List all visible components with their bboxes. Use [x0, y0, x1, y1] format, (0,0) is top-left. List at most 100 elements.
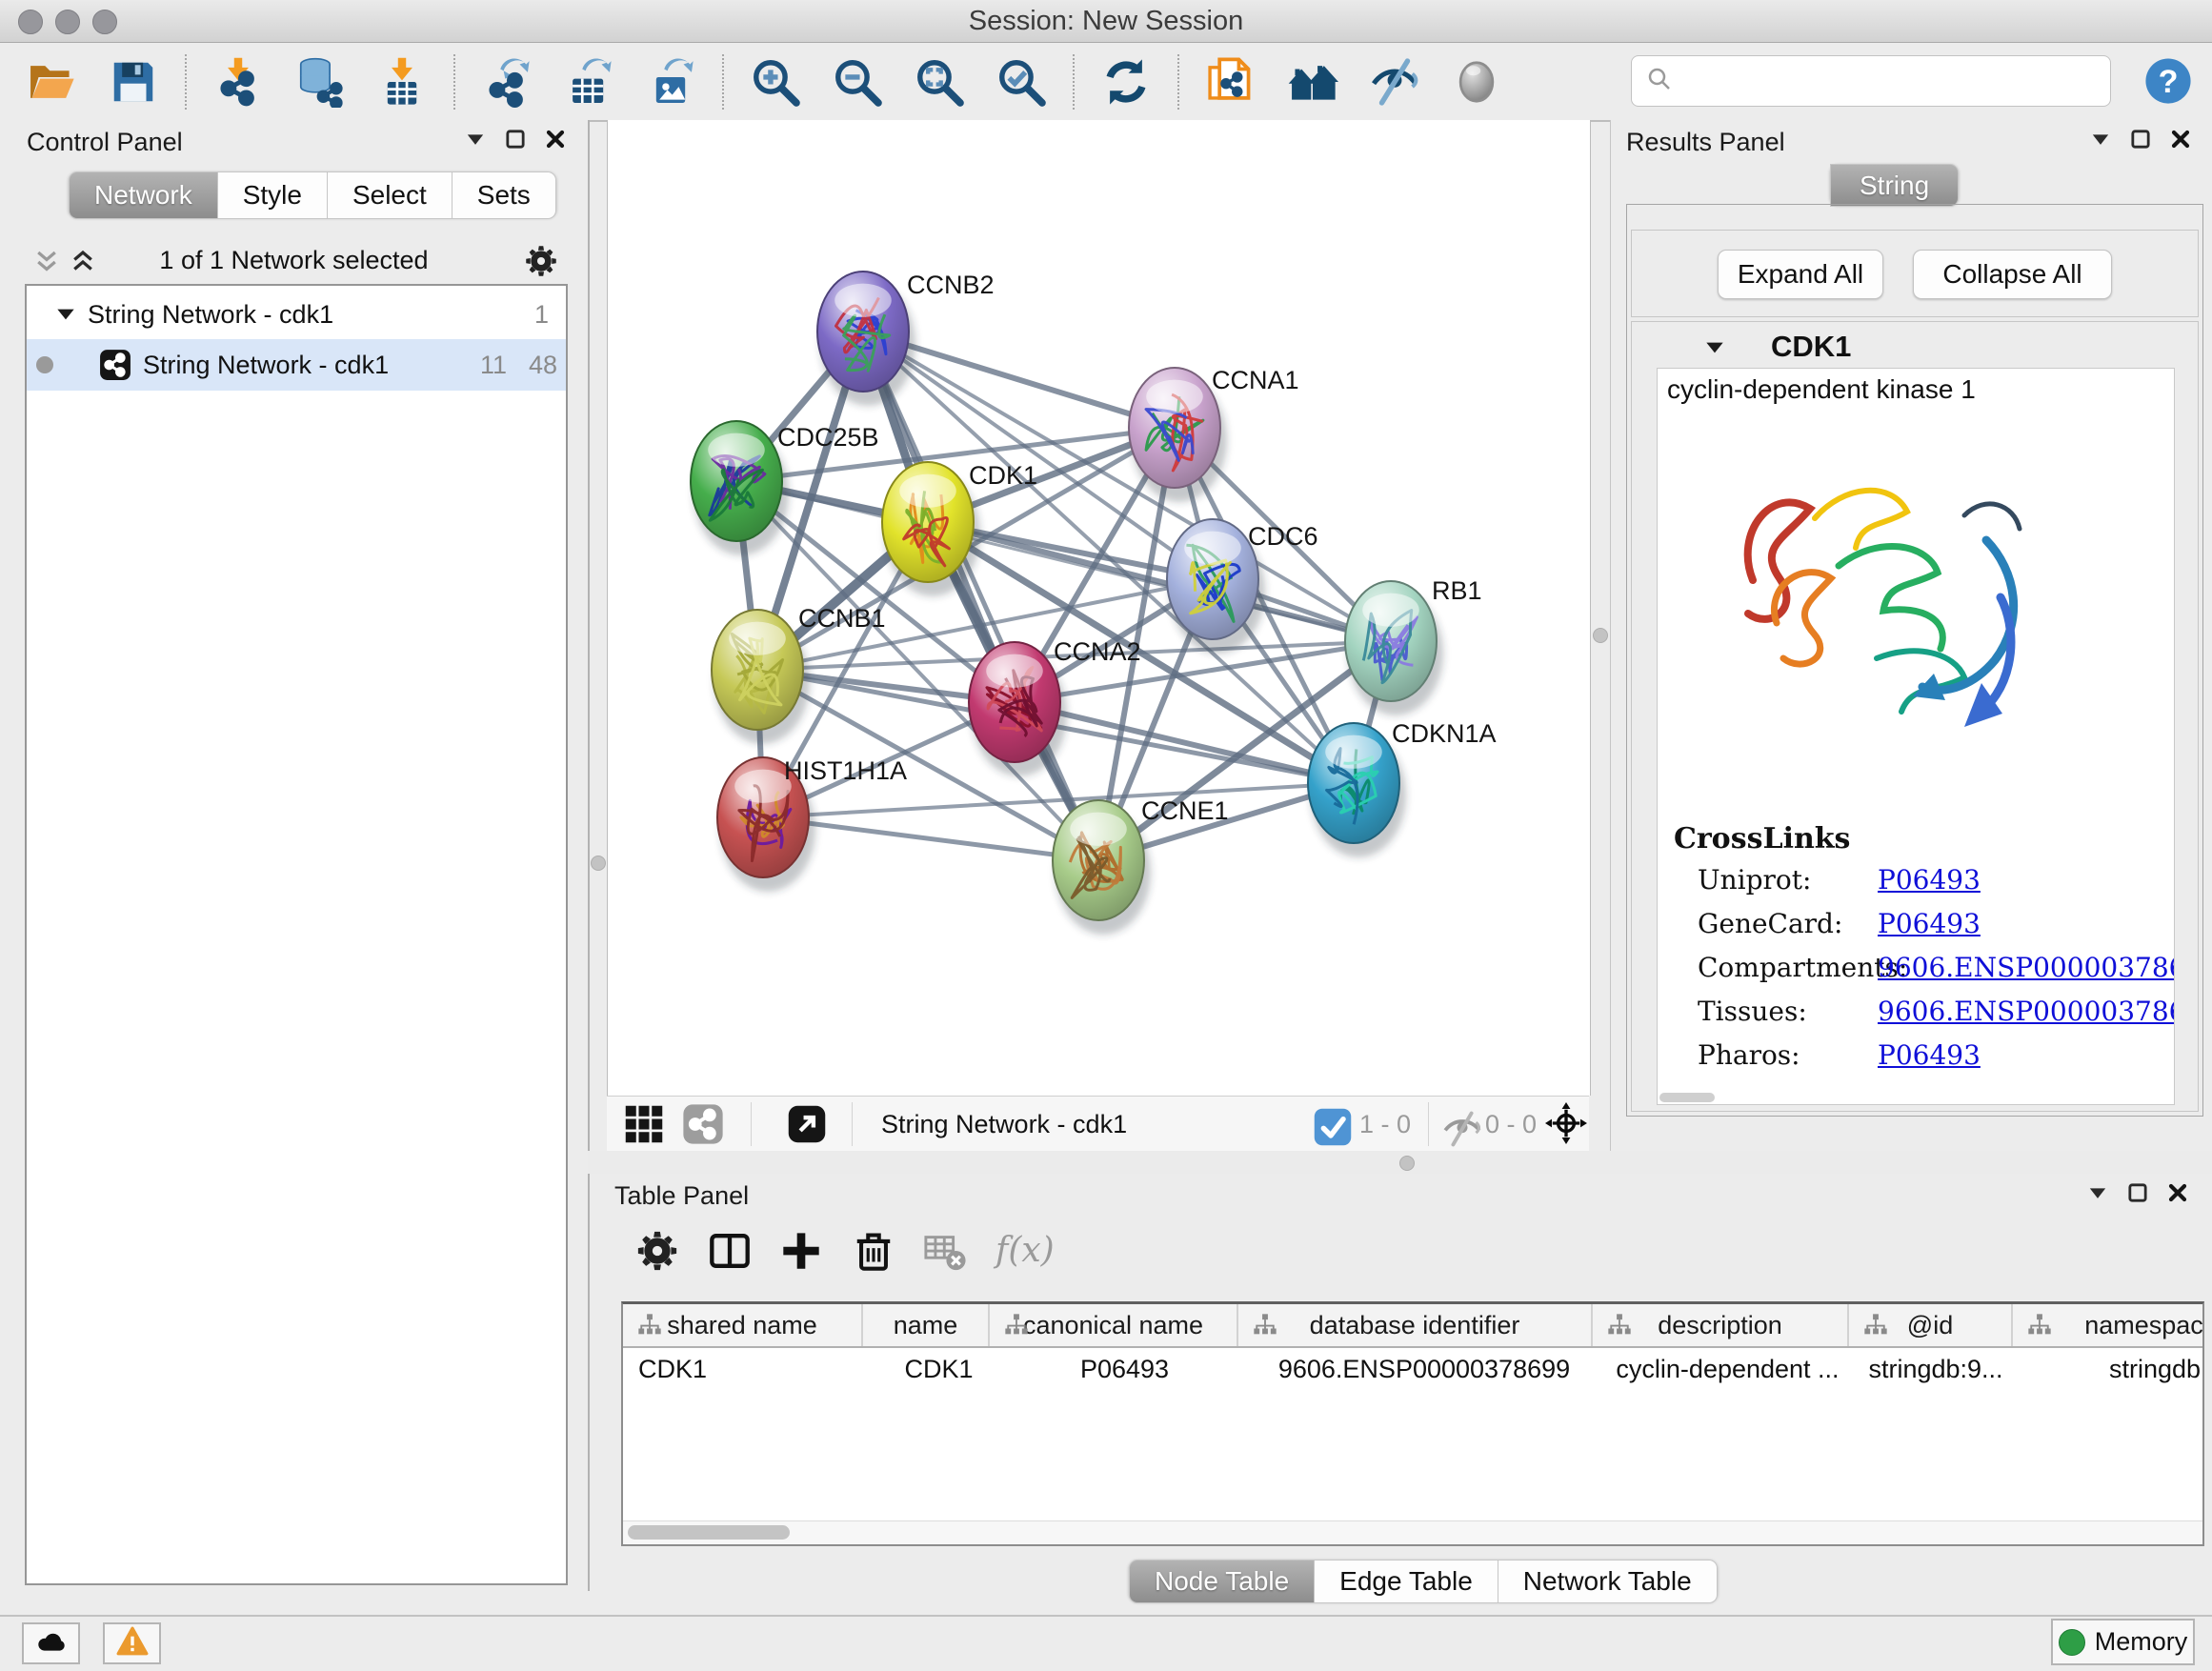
export-table-button[interactable] — [562, 55, 615, 109]
delete-column-icon[interactable] — [852, 1229, 895, 1273]
warnings-button[interactable] — [103, 1622, 161, 1664]
network-row-selected[interactable]: String Network - cdk1 11 48 — [27, 339, 566, 391]
node-label-CCNE1: CCNE1 — [1141, 796, 1229, 825]
panel-close-icon[interactable] — [2167, 126, 2194, 152]
panel-float-icon[interactable] — [2127, 126, 2154, 152]
column-header-databaseidentifier[interactable]: database identifier — [1238, 1304, 1593, 1346]
panel-collapse-icon[interactable] — [2084, 1179, 2111, 1206]
network-options-gear-icon[interactable] — [524, 244, 558, 278]
panel-close-icon[interactable] — [542, 126, 569, 152]
table-scrollbar[interactable] — [623, 1520, 2202, 1544]
node-CCNA1[interactable]: CCNA1 — [1129, 366, 1299, 502]
cloud-button[interactable] — [22, 1622, 80, 1664]
table-header-row: shared namenamecanonical namedatabase id… — [623, 1304, 2204, 1348]
save-session-button[interactable] — [107, 55, 160, 109]
gene-disclosure-icon[interactable] — [1702, 335, 1727, 360]
memory-button[interactable]: Memory — [2051, 1619, 2195, 1665]
window-title: Session: New Session — [0, 0, 2212, 42]
zoom-in-button[interactable] — [749, 55, 802, 109]
toolbar-group — [1073, 54, 1177, 110]
tab-node-table[interactable]: Node Table — [1129, 1560, 1315, 1603]
zoom-selected-button[interactable] — [995, 55, 1048, 109]
string-view-icon[interactable] — [682, 1103, 724, 1145]
network-collection-row[interactable]: String Network - cdk1 1 — [27, 290, 566, 339]
crosslink-link[interactable]: P06493 — [1878, 908, 1981, 939]
tab-style[interactable]: Style — [218, 171, 328, 219]
node-CDKN1A[interactable]: CDKN1A — [1308, 719, 1497, 857]
crosslink-link[interactable]: P06493 — [1878, 1039, 1981, 1071]
column-header-name[interactable]: name — [863, 1304, 990, 1346]
table-settings-gear-icon[interactable] — [635, 1229, 679, 1273]
home-button[interactable] — [1286, 55, 1339, 109]
horizontal-splitter[interactable] — [588, 1151, 2212, 1174]
column-header-namespace[interactable]: namespace — [2013, 1304, 2204, 1346]
export-network-button[interactable] — [480, 55, 533, 109]
network-label: String Network - cdk1 — [143, 351, 389, 380]
detach-view-icon[interactable] — [786, 1103, 828, 1145]
node-CCNE1[interactable]: CCNE1 — [1053, 796, 1229, 935]
crosslink-link[interactable]: 9606.ENSP00000378699 — [1878, 952, 2175, 983]
tab-network[interactable]: Network — [69, 171, 218, 219]
horizontal-splitter-handle[interactable] — [1399, 1156, 1415, 1171]
import-database-button[interactable] — [293, 55, 347, 109]
node-CCNB1[interactable]: CCNB1 — [712, 604, 886, 744]
selected-checkbox-icon[interactable] — [1312, 1106, 1348, 1142]
open-session-button[interactable] — [25, 55, 78, 109]
node-CDC25B[interactable]: CDC25B — [691, 421, 879, 555]
left-splitter-handle[interactable] — [591, 856, 606, 871]
import-table-button[interactable] — [375, 55, 429, 109]
collapse-all-button[interactable]: Collapse All — [1913, 250, 2112, 299]
table-panel: Table Panel f(x) shared namenamecanonica… — [590, 1174, 2212, 1615]
table-scrollbar-thumb[interactable] — [628, 1525, 790, 1540]
zoom-fit-button[interactable] — [913, 55, 966, 109]
node-CCNB2[interactable]: CCNB2 — [817, 271, 995, 406]
node-RB1[interactable]: RB1 — [1345, 576, 1482, 715]
show-panel-button[interactable] — [1450, 55, 1503, 109]
collection-disclosure-icon[interactable] — [53, 302, 78, 327]
show-columns-icon[interactable] — [708, 1229, 752, 1273]
search-box[interactable] — [1631, 55, 2111, 107]
panel-collapse-icon[interactable] — [2087, 126, 2114, 152]
copy-network-button[interactable] — [1204, 55, 1257, 109]
gene-section-header[interactable]: CDK1 — [1632, 322, 2198, 368]
import-network-button[interactable] — [211, 55, 265, 109]
hidden-eye-slash-icon — [1441, 1108, 1476, 1142]
hide-panels-button[interactable] — [1368, 55, 1421, 109]
tab-select[interactable]: Select — [328, 171, 452, 219]
right-splitter-handle[interactable] — [1593, 628, 1608, 643]
results-scrollbar-thumb[interactable] — [1659, 1093, 1715, 1102]
column-header-id[interactable]: @id — [1849, 1304, 2013, 1346]
expand-all-button[interactable]: Expand All — [1718, 250, 1883, 299]
crosslink-link[interactable]: 9606.ENSP00000378699 — [1878, 996, 2175, 1027]
column-header-sharedname[interactable]: shared name — [623, 1304, 863, 1346]
zoom-out-button[interactable] — [831, 55, 884, 109]
help-button[interactable]: ? — [2143, 56, 2193, 106]
crosslink-link[interactable]: P06493 — [1878, 864, 1981, 896]
refresh-button[interactable] — [1099, 55, 1153, 109]
table-row[interactable]: CDK1CDK1P064939606.ENSP00000378699cyclin… — [623, 1348, 2204, 1390]
add-column-icon[interactable] — [779, 1229, 823, 1273]
tab-sets[interactable]: Sets — [452, 171, 556, 219]
delete-table-icon — [923, 1229, 967, 1273]
search-input[interactable] — [1681, 66, 2110, 97]
shared-column-tree-icon — [1252, 1312, 1278, 1339]
node-HIST1H1A[interactable]: HIST1H1A — [717, 756, 907, 892]
panel-collapse-icon[interactable] — [462, 126, 489, 152]
birds-eye-crosshair-icon[interactable] — [1545, 1102, 1587, 1144]
shared-column-tree-icon — [1003, 1312, 1030, 1339]
column-header-canonicalname[interactable]: canonical name — [990, 1304, 1238, 1346]
column-header-description[interactable]: description — [1593, 1304, 1849, 1346]
panel-float-icon[interactable] — [2124, 1179, 2151, 1206]
control-panel-window-controls — [462, 126, 569, 152]
tab-edge-table[interactable]: Edge Table — [1315, 1560, 1498, 1603]
grid-view-icon[interactable] — [623, 1103, 665, 1145]
string-results-box: Expand All Collapse All CDK1 cyclin-depe… — [1626, 204, 2203, 1117]
tab-network-table[interactable]: Network Table — [1498, 1560, 1718, 1603]
network-canvas[interactable]: CCNB2CCNA1CDC25BCDK1CDC6RB1CCNB1CCNA2CDK… — [608, 120, 1590, 1096]
collection-count: 1 — [534, 300, 549, 330]
panel-close-icon[interactable] — [2164, 1179, 2191, 1206]
tab-string[interactable]: String — [1830, 164, 1959, 207]
control-panel: Control Panel NetworkStyleSelectSets 1 o… — [0, 120, 590, 1591]
panel-float-icon[interactable] — [502, 126, 529, 152]
export-image-button[interactable] — [644, 55, 697, 109]
